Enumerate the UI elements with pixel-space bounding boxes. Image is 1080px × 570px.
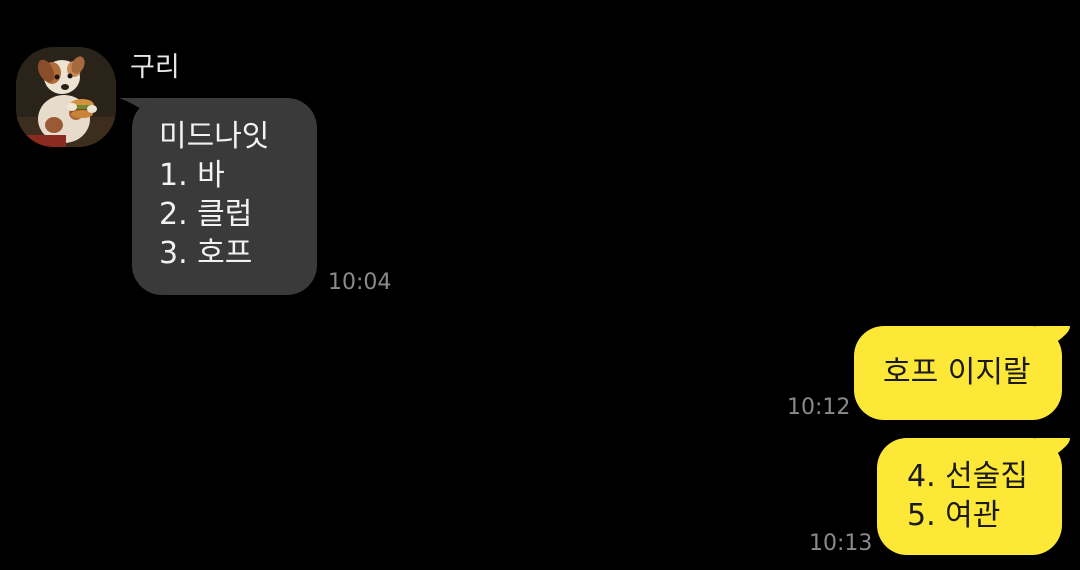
message-line: 4. 선술집 [907, 459, 1028, 494]
sender-name: 구리 [130, 52, 180, 83]
incoming-message-bubble[interactable]: 미드나잇 1. 바 2. 클럽 3. 호프 [132, 98, 317, 295]
message-timestamp: 10:13 [809, 531, 873, 556]
chat-room: 구리 미드나잇 1. 바 2. 클럽 3. 호프 10:04 호프 이지랄 10… [0, 0, 1080, 570]
dog-avatar-image [16, 47, 116, 147]
message-timestamp: 10:12 [787, 395, 851, 420]
message-line: 2. 클럽 [159, 197, 253, 232]
message-line: 호프 이지랄 [883, 355, 1031, 390]
message-line: 3. 호프 [159, 236, 253, 271]
outgoing-message-bubble[interactable]: 4. 선술집 5. 여관 [877, 438, 1062, 555]
outgoing-message-bubble[interactable]: 호프 이지랄 [854, 326, 1062, 420]
message-line: 5. 여관 [907, 498, 1001, 533]
message-line: 1. 바 [159, 158, 225, 193]
message-timestamp: 10:04 [328, 270, 392, 295]
message-line: 미드나잇 [159, 119, 270, 154]
dog-avatar[interactable] [16, 47, 116, 147]
